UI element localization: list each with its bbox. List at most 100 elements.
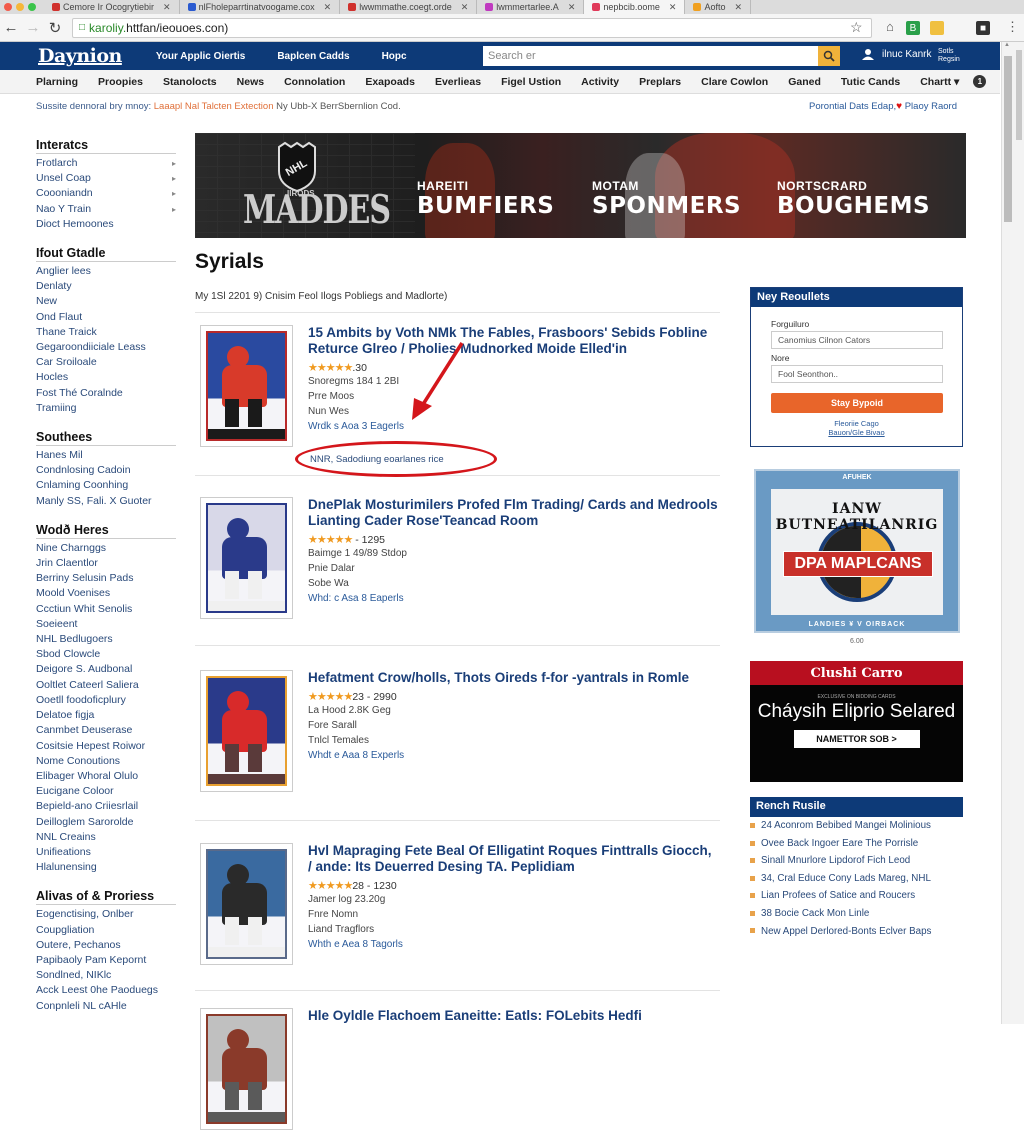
subscribe-button[interactable]: Stay Bypoid bbox=[771, 393, 943, 413]
forward-button[interactable]: → bbox=[22, 19, 44, 36]
newsletter-footer-link[interactable]: Bauon/Gle Bivao bbox=[751, 428, 962, 437]
scrollbar-thumb[interactable] bbox=[1004, 56, 1012, 222]
nav-item[interactable]: Proopies bbox=[98, 76, 143, 88]
sidebar-item[interactable]: Deilloglem Sarorolde bbox=[36, 815, 176, 830]
sidebar-item[interactable]: Tramiing bbox=[36, 401, 176, 416]
nav-item[interactable]: Exapoads bbox=[365, 76, 415, 88]
article-title-link[interactable]: Hvl Mapraging Fete Beal Of Elligatint Ro… bbox=[308, 843, 718, 875]
sidebar-item[interactable]: Sbod Clowcle bbox=[36, 647, 176, 662]
sidebar-item[interactable]: Elibager Whoral Olulo bbox=[36, 769, 176, 784]
article-more-link[interactable]: Whdt e Aaa 8 Experls bbox=[308, 748, 718, 763]
user-account[interactable]: ilnuc Kanrk bbox=[862, 48, 931, 60]
sidebar-item[interactable]: Acck Leest 0he Paoduegs bbox=[36, 983, 176, 998]
banner-team[interactable]: NORTSCRARD BOUGHEMS bbox=[777, 179, 930, 219]
scroll-up-icon[interactable]: ▲ bbox=[1004, 42, 1010, 48]
sidebar-item[interactable]: Ooetll foodoficplury bbox=[36, 693, 176, 708]
sidebar-item[interactable]: Jrin Claentlor bbox=[36, 556, 176, 571]
hero-banner[interactable]: NHL IIRODS MADDES HAREITI BUMFIERS MOTAM… bbox=[195, 133, 966, 238]
browser-tab[interactable]: lwmmertarlee.A ✕ bbox=[477, 0, 585, 14]
sidebar-item[interactable]: Cnlaming Coonhing bbox=[36, 478, 176, 493]
top-link[interactable]: Baplcen Cadds bbox=[277, 51, 349, 62]
home-icon[interactable]: ⌂ bbox=[886, 19, 894, 34]
sidebar-item[interactable]: Nine Charnggs bbox=[36, 541, 176, 556]
newsletter-field-1[interactable]: Canomius Cilnon Cators bbox=[771, 331, 943, 349]
sidebar-item[interactable]: Soeieent bbox=[36, 617, 176, 632]
ad-card[interactable]: AFUHEK IANW BUTNEATILANRIG DPA MAPLCANS … bbox=[754, 469, 960, 633]
close-window-button[interactable] bbox=[4, 3, 12, 11]
top-link[interactable]: Your Applic Oiertis bbox=[156, 51, 245, 62]
page-scrollbar[interactable]: ▲ bbox=[1001, 42, 1024, 1024]
sidebar-item[interactable]: Denlaty bbox=[36, 279, 176, 294]
related-item[interactable]: 24 Aconrom Bebibed Mangei Molinious bbox=[750, 817, 963, 835]
nav-item[interactable]: Preplars bbox=[639, 76, 681, 88]
notification-badge[interactable]: 1 bbox=[973, 75, 987, 88]
site-logo[interactable]: Daynion bbox=[38, 45, 122, 67]
browser-tab[interactable]: Cemore Ir Ocogrytiebir ✕ bbox=[44, 0, 180, 14]
sidebar-item[interactable]: Car Sroiloale bbox=[36, 355, 176, 370]
sidebar-item[interactable]: Papibaoly Pam Kepornt bbox=[36, 953, 176, 968]
sidebar-item[interactable]: Eogenctising, Onlber bbox=[36, 907, 176, 922]
sidebar-item[interactable]: Anglier lees bbox=[36, 264, 176, 279]
article-more-link[interactable]: Wrdk s Aoa 3 Eagerls bbox=[308, 419, 718, 434]
sidebar-item[interactable]: Bepield-ano Criiesrlail bbox=[36, 799, 176, 814]
annotated-text[interactable]: NNR, Sadodiung eoarlanes rice bbox=[310, 454, 444, 465]
sidebar-item[interactable]: Hlalunensing bbox=[36, 860, 176, 875]
sidebar-item[interactable]: Gegaroondiiciale Leass bbox=[36, 340, 176, 355]
minimize-window-button[interactable] bbox=[16, 3, 24, 11]
bookmark-star-icon[interactable]: ☆ bbox=[850, 19, 863, 36]
sidebar-item[interactable]: Nao Y Train ▸ bbox=[36, 202, 176, 217]
article-title-link[interactable]: 15 Ambits by Voth NMk The Fables, Frasbo… bbox=[308, 325, 718, 357]
sidebar-item[interactable]: NNL Creains bbox=[36, 830, 176, 845]
sidebar-item[interactable]: New bbox=[36, 294, 176, 309]
sidebar-item[interactable]: Hanes Mil bbox=[36, 448, 176, 463]
kebab-menu-icon[interactable]: ⋮ bbox=[1006, 19, 1019, 35]
browser-tab[interactable]: nepbcib.oome ✕ bbox=[584, 0, 686, 14]
tab-close-icon[interactable]: ✕ bbox=[461, 2, 469, 13]
ticker-highlight-link[interactable]: Laaapl Nal Talcten Extection bbox=[154, 101, 274, 112]
sidebar-item[interactable]: Sondlned, NIKlc bbox=[36, 968, 176, 983]
sidebar-item[interactable]: Unsel Coap ▸ bbox=[36, 171, 176, 186]
extension-b-icon[interactable]: B bbox=[906, 21, 920, 35]
browser-tab[interactable]: nlFholeparrtinatvoogame.cox ✕ bbox=[180, 0, 341, 14]
address-bar[interactable]: □ karoliy. httfan/ieouoes.con) bbox=[72, 17, 872, 38]
sidebar-item[interactable]: Ccctiun Whit Senolis bbox=[36, 602, 176, 617]
sidebar-item[interactable]: Fost Thé Coralnde bbox=[36, 386, 176, 401]
nav-item[interactable]: Chartt ▾ bbox=[920, 76, 959, 88]
sidebar-item[interactable]: NHL Bedlugoers bbox=[36, 632, 176, 647]
nav-item[interactable]: Stanolocts bbox=[163, 76, 217, 88]
browser-tab[interactable]: lwwmmathe.coegt.orde ✕ bbox=[340, 0, 478, 14]
promo-button[interactable]: NAMETTOR SOB > bbox=[793, 730, 920, 748]
related-item[interactable]: Lian Profees of Satice and Roucers bbox=[750, 887, 963, 905]
sidebar-item[interactable]: Conpnleli NL cAHle bbox=[36, 999, 176, 1014]
tab-close-icon[interactable]: ✕ bbox=[163, 2, 171, 13]
sidebar-item[interactable]: Coooniandn ▸ bbox=[36, 186, 176, 201]
browser-tab[interactable]: Aofto ✕ bbox=[685, 0, 752, 14]
sidebar-item[interactable]: Deigore S. Audbonal bbox=[36, 662, 176, 677]
nav-item[interactable]: Clare Cowlon bbox=[701, 76, 768, 88]
nav-item[interactable]: Ganed bbox=[788, 76, 821, 88]
tab-close-icon[interactable]: ✕ bbox=[734, 2, 742, 13]
tab-close-icon[interactable]: ✕ bbox=[324, 2, 332, 13]
reload-button[interactable]: ↻ bbox=[44, 19, 66, 37]
article-more-link[interactable]: Whd: c Asa 8 Eaperls bbox=[308, 591, 718, 606]
sign-in-link[interactable]: Sotls Regsin bbox=[938, 48, 968, 64]
trading-card-thumbnail[interactable] bbox=[200, 670, 293, 792]
nav-item[interactable]: Activity bbox=[581, 76, 619, 88]
sidebar-item[interactable]: Ooltlet Cateerl Saliera bbox=[36, 678, 176, 693]
article-title-link[interactable]: DnePlak Mosturimilers Profed Flm Trading… bbox=[308, 497, 718, 529]
sidebar-item[interactable]: Coupgliation bbox=[36, 923, 176, 938]
extension-notes-icon[interactable] bbox=[930, 21, 944, 35]
sidebar-item[interactable]: Moold Voenises bbox=[36, 586, 176, 601]
maximize-window-button[interactable] bbox=[28, 3, 36, 11]
tab-close-icon[interactable]: ✕ bbox=[568, 2, 576, 13]
sidebar-item[interactable]: Eucigane Coloor bbox=[36, 784, 176, 799]
sidebar-item[interactable]: Outere, Pechanos bbox=[36, 938, 176, 953]
nav-item[interactable]: News bbox=[237, 76, 264, 88]
scrollbar-thumb-secondary[interactable] bbox=[1016, 50, 1022, 140]
newsletter-field-2[interactable]: Fool Seonthon.. bbox=[771, 365, 943, 383]
related-item[interactable]: Sinall Mnurlore Lipdorof Fich Leod bbox=[750, 852, 963, 870]
nav-item[interactable]: Everlieas bbox=[435, 76, 481, 88]
sidebar-item[interactable]: Canmbet Deuserase bbox=[36, 723, 176, 738]
sidebar-item[interactable]: Nome Conoutions bbox=[36, 754, 176, 769]
sidebar-item[interactable]: Dioct Hemoones bbox=[36, 217, 176, 232]
